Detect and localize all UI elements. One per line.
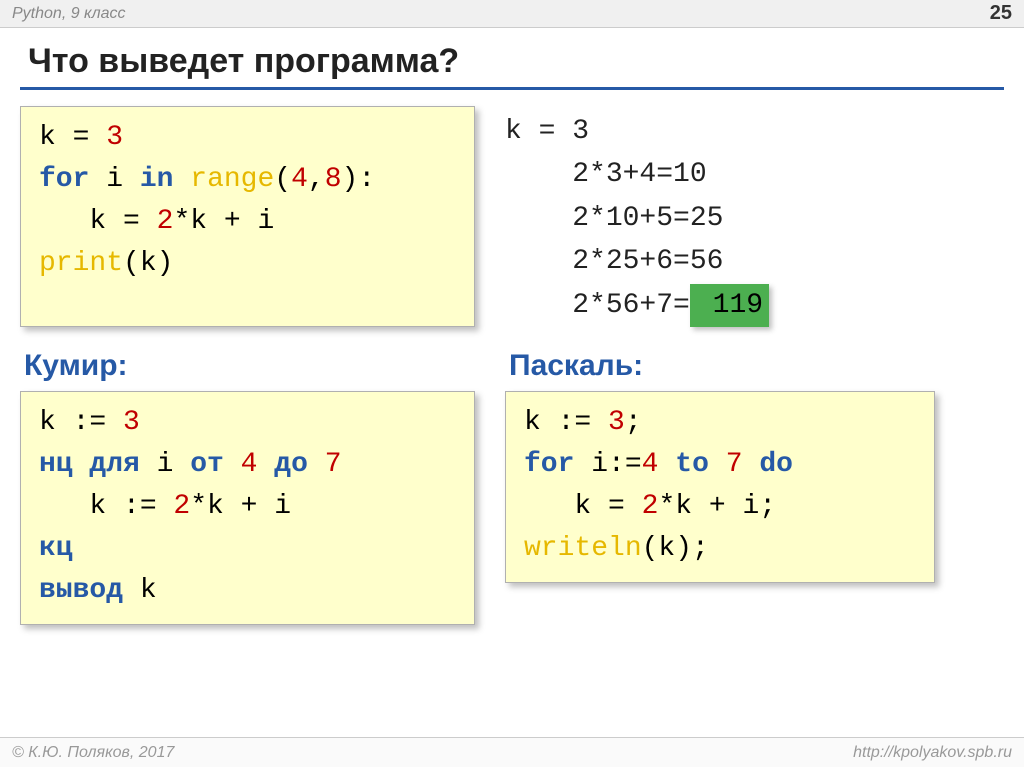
- answer-badge: 119: [690, 284, 769, 327]
- pascal-column: Паскаль: k := 3; for i:=4 to 7 do k = 2*…: [505, 349, 935, 625]
- kumir-column: Кумир: k := 3 нц для i от 4 до 7 k := 2*…: [20, 349, 475, 625]
- row-bottom: Кумир: k := 3 нц для i от 4 до 7 k := 2*…: [20, 349, 1004, 625]
- calculation-trace: k = 3 2*3+4=10 2*10+5=25 2*25+6=56 2*56+…: [505, 106, 769, 327]
- page-number: 25: [990, 2, 1012, 25]
- site-url: http://kpolyakov.spb.ru: [853, 744, 1012, 762]
- slide-header: Python, 9 класс 25: [0, 0, 1024, 28]
- pascal-label: Паскаль:: [509, 349, 935, 383]
- python-code: k = 3 for i in range(4,8): k = 2*k + i p…: [20, 106, 475, 327]
- title-underline: [20, 87, 1004, 90]
- page-title: Что выведет программа?: [0, 28, 1024, 87]
- kumir-label: Кумир:: [24, 349, 475, 383]
- pascal-code: k := 3; for i:=4 to 7 do k = 2*k + i; wr…: [505, 391, 935, 583]
- kumir-code: k := 3 нц для i от 4 до 7 k := 2*k + i к…: [20, 391, 475, 625]
- copyright: © К.Ю. Поляков, 2017: [12, 744, 174, 762]
- row-top: k = 3 for i in range(4,8): k = 2*k + i p…: [20, 106, 1004, 327]
- slide-content: k = 3 for i in range(4,8): k = 2*k + i p…: [0, 106, 1024, 625]
- slide-footer: © К.Ю. Поляков, 2017 http://kpolyakov.sp…: [0, 737, 1024, 767]
- course-label: Python, 9 класс: [12, 5, 126, 23]
